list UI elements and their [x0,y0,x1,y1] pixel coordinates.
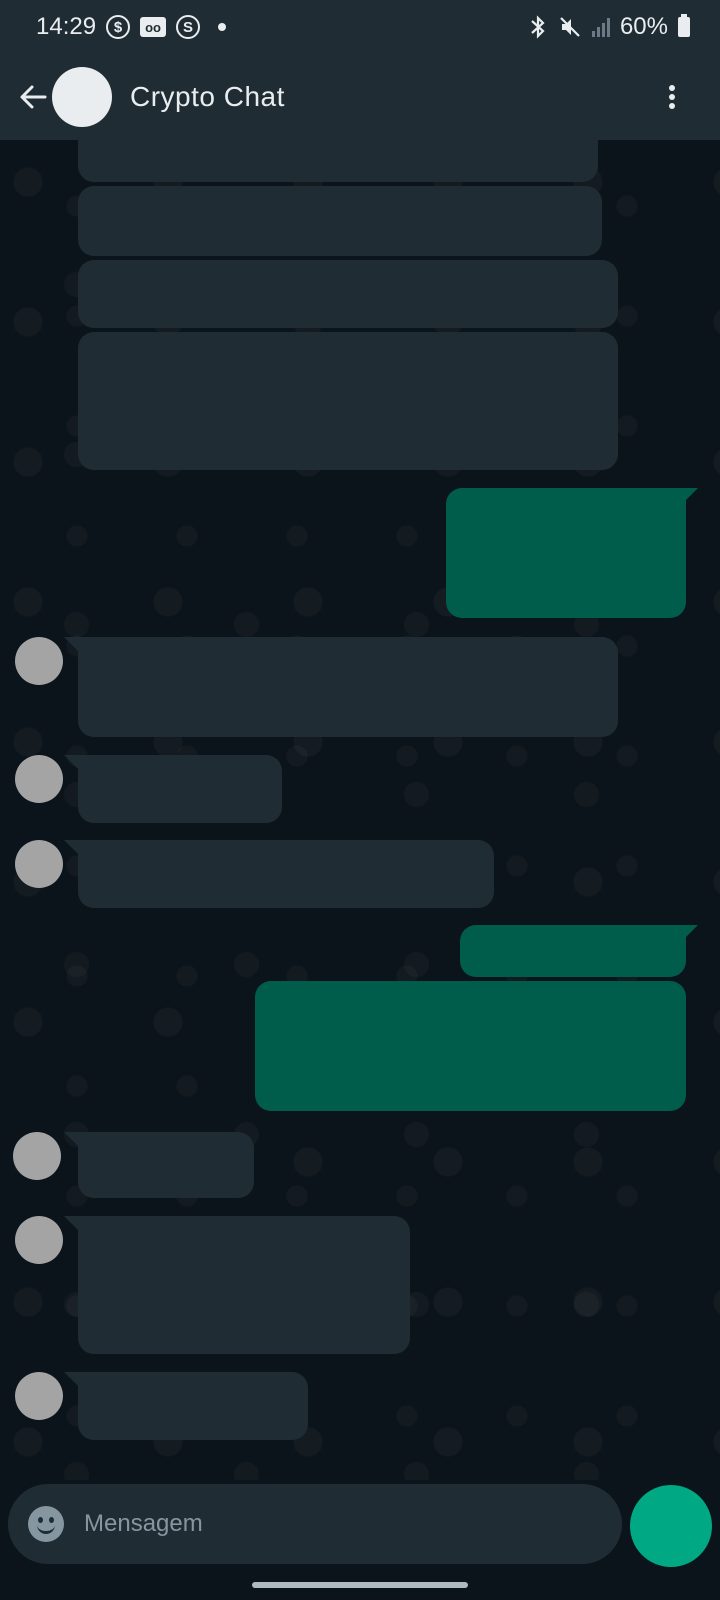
message-bubble-incoming[interactable] [78,260,618,328]
message-bubble-incoming[interactable] [64,1132,254,1198]
avatar[interactable] [15,637,63,685]
signal-icon [591,17,610,37]
battery-percent: 60% [619,13,668,40]
more-vert-icon [669,85,675,91]
message-bubble-outgoing[interactable] [460,925,698,977]
message-input[interactable] [84,1494,622,1554]
message-bubble-incoming[interactable] [64,755,282,823]
emoji-icon[interactable] [28,1506,64,1542]
message-bubble-outgoing[interactable] [255,981,686,1111]
message-bubble-incoming[interactable] [78,186,602,256]
chat-title[interactable]: Crypto Chat [130,81,285,113]
voicemail-icon: oo [140,17,167,37]
chat-header: Crypto Chat [0,54,720,140]
sync-icon: S [176,15,201,39]
message-bubble-incoming[interactable] [64,637,618,737]
message-bubble-incoming[interactable] [64,1372,308,1440]
message-bubble-incoming[interactable] [64,1216,410,1354]
arrow-left-icon [20,85,47,109]
more-options-button[interactable] [660,77,684,117]
message-composer [8,1484,622,1564]
home-indicator[interactable] [252,1582,468,1588]
message-bubble-incoming[interactable] [78,140,598,182]
chat-avatar[interactable] [52,67,112,127]
status-left: 14:29 $ oo S [36,13,227,41]
status-right: 60% [528,13,690,41]
message-bubble-outgoing[interactable] [446,488,698,618]
dollar-icon: $ [106,15,131,39]
bluetooth-icon [531,15,545,39]
battery-icon [678,14,690,37]
send-button[interactable] [630,1485,712,1567]
avatar[interactable] [13,1132,61,1180]
message-bubble-incoming[interactable] [78,332,618,470]
avatar[interactable] [15,840,63,888]
avatar[interactable] [15,1372,63,1420]
mute-icon [560,17,580,37]
avatar[interactable] [15,1216,63,1264]
avatar[interactable] [15,755,63,803]
back-button[interactable] [8,72,58,122]
message-bubble-incoming[interactable] [64,840,494,908]
status-bar: 14:29 $ oo S 60% [0,0,720,54]
notification-dot-icon [218,23,227,31]
status-time: 14:29 [36,13,97,40]
message-list[interactable] [0,140,720,1480]
